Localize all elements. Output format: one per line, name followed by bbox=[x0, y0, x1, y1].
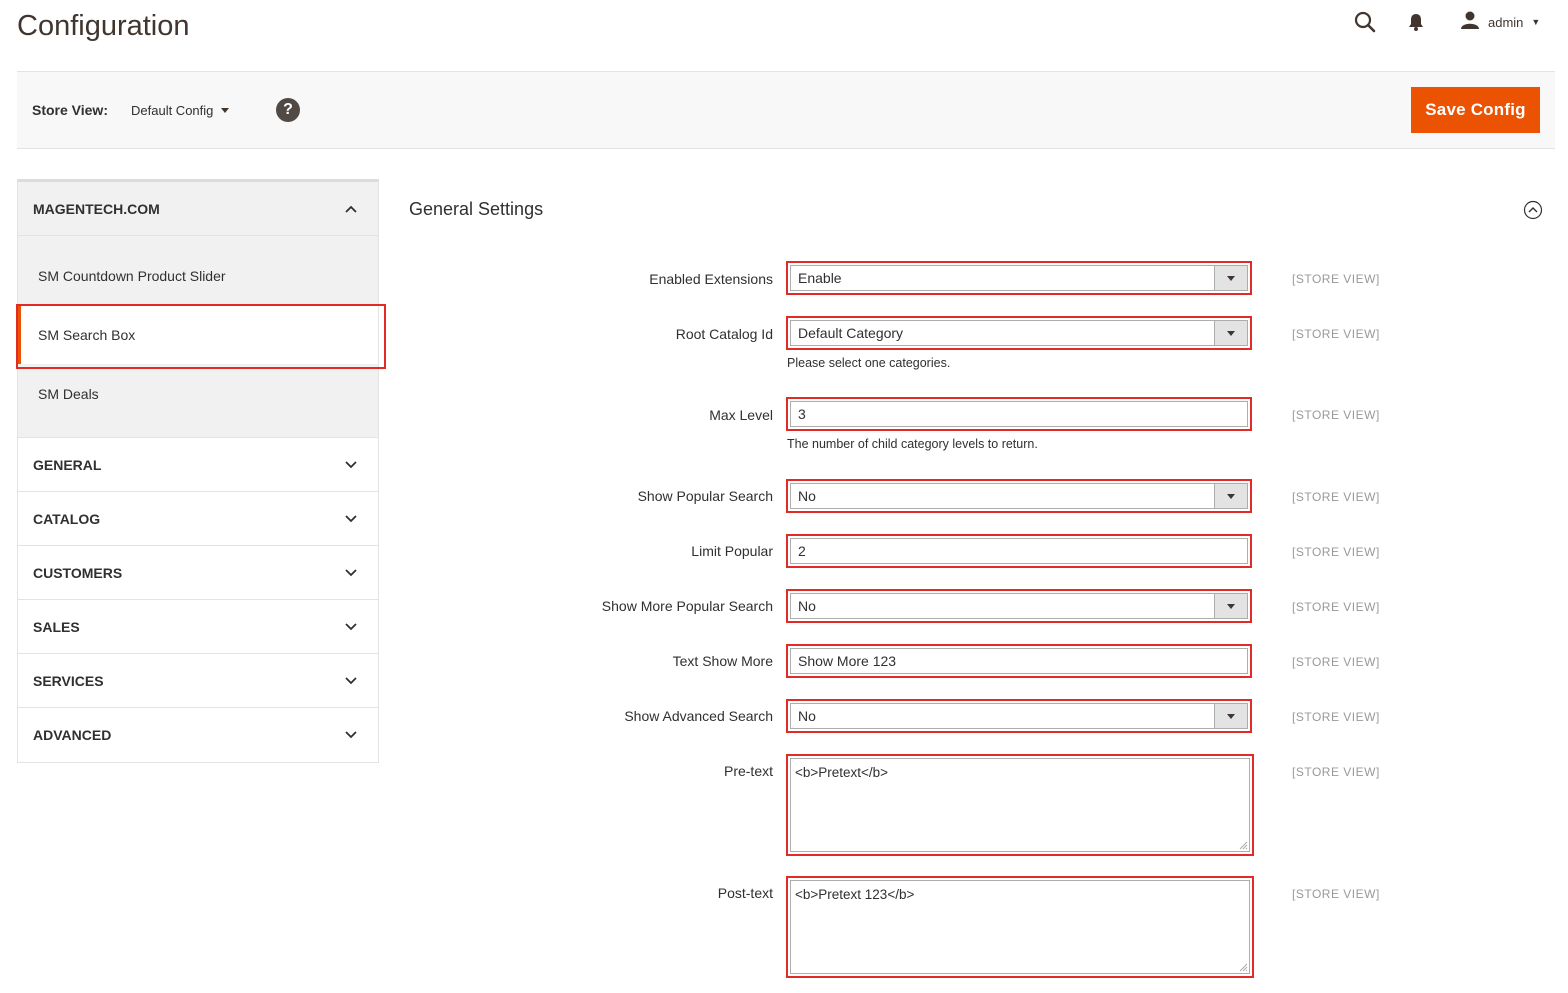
show-advanced-search-select[interactable]: No bbox=[786, 699, 1252, 733]
post-text-label: Post-text bbox=[717, 885, 773, 901]
caret-down-icon bbox=[1227, 493, 1235, 499]
chevron-down-icon bbox=[345, 514, 357, 522]
text-show-more-input[interactable]: Show More 123 bbox=[786, 644, 1252, 678]
field-note: Please select one categories. bbox=[787, 356, 951, 370]
post-text-textarea[interactable]: <b>Pretext 123</b> bbox=[786, 876, 1254, 978]
sidebar-item-deals[interactable]: SM Deals bbox=[18, 364, 378, 423]
sidebar-section-label: CUSTOMERS bbox=[33, 564, 123, 581]
select-value: No bbox=[790, 483, 1248, 509]
user-menu[interactable]: admin ▼ bbox=[1460, 8, 1540, 36]
sidebar-section-label: SERVICES bbox=[33, 672, 104, 689]
select-toggle[interactable] bbox=[1214, 265, 1248, 291]
root-catalog-id-label: Root Catalog Id bbox=[675, 326, 773, 342]
max-level-label: Max Level bbox=[709, 407, 773, 423]
limit-popular-label: Limit Popular bbox=[691, 543, 773, 559]
store-view-label: Store View: bbox=[32, 102, 108, 118]
input-value: Show More 123 bbox=[790, 648, 1248, 674]
chevron-down-icon bbox=[345, 568, 357, 576]
bell-icon[interactable] bbox=[1402, 8, 1430, 36]
select-value: No bbox=[790, 593, 1248, 619]
select-toggle[interactable] bbox=[1214, 320, 1248, 346]
field-note: The number of child category levels to r… bbox=[787, 437, 1038, 451]
sidebar-section-customers[interactable]: CUSTOMERS bbox=[18, 546, 378, 600]
sidebar-item-countdown-slider[interactable]: SM Countdown Product Slider bbox=[18, 246, 378, 305]
pre-text-textarea[interactable]: <b>Pretext</b> bbox=[786, 754, 1254, 856]
chevron-down-icon bbox=[345, 622, 357, 630]
collapse-icon[interactable] bbox=[1523, 200, 1543, 220]
caret-down-icon bbox=[221, 108, 230, 113]
help-icon[interactable]: ? bbox=[276, 98, 300, 122]
sidebar-section-catalog[interactable]: CATALOG bbox=[18, 492, 378, 546]
select-toggle[interactable] bbox=[1214, 483, 1248, 509]
limit-popular-input[interactable]: 2 bbox=[786, 534, 1252, 568]
scope-label: [STORE VIEW] bbox=[1292, 545, 1380, 559]
store-view-value: Default Config bbox=[131, 103, 214, 118]
text-show-more-label: Text Show More bbox=[672, 653, 773, 669]
scope-label: [STORE VIEW] bbox=[1292, 710, 1380, 724]
sidebar-section-sales[interactable]: SALES bbox=[18, 600, 378, 654]
scope-label: [STORE VIEW] bbox=[1292, 490, 1380, 504]
sidebar-section-label: CATALOG bbox=[33, 510, 101, 527]
page-title: Configuration bbox=[17, 10, 190, 42]
chevron-down-icon: ▼ bbox=[1531, 17, 1541, 27]
caret-down-icon bbox=[1227, 603, 1235, 609]
select-toggle[interactable] bbox=[1214, 593, 1248, 619]
input-value: 3 bbox=[790, 401, 1248, 427]
show-popular-search-label: Show Popular Search bbox=[637, 488, 773, 504]
show-more-popular-search-select[interactable]: No bbox=[786, 589, 1252, 623]
chevron-down-icon bbox=[345, 460, 357, 468]
config-sidebar: MAGENTECH.COM SM Countdown Product Slide… bbox=[16, 179, 386, 763]
section-title: General Settings bbox=[409, 199, 544, 219]
sidebar-section-label: MAGENTECH.COM bbox=[33, 200, 160, 217]
scope-label: [STORE VIEW] bbox=[1292, 765, 1380, 779]
input-value: 2 bbox=[790, 538, 1248, 564]
scope-label: [STORE VIEW] bbox=[1292, 272, 1380, 286]
caret-down-icon bbox=[1227, 713, 1235, 719]
sidebar-section-label: SALES bbox=[33, 618, 80, 635]
select-value: Default Category bbox=[790, 320, 1248, 346]
sidebar-section-magentech[interactable]: MAGENTECH.COM bbox=[18, 182, 378, 236]
show-more-popular-search-label: Show More Popular Search bbox=[601, 598, 773, 614]
sidebar-item-search-box[interactable]: SM Search Box bbox=[16, 304, 386, 369]
enabled-extensions-select[interactable]: Enable bbox=[786, 261, 1252, 295]
select-value: No bbox=[790, 703, 1248, 729]
sidebar-item-label: SM Countdown Product Slider bbox=[38, 267, 226, 284]
enabled-extensions-label: Enabled Extensions bbox=[649, 271, 773, 287]
caret-down-icon bbox=[1227, 275, 1235, 281]
textarea-value: <b>Pretext 123</b> bbox=[790, 880, 1250, 974]
show-advanced-search-label: Show Advanced Search bbox=[624, 708, 773, 724]
textarea-value: <b>Pretext</b> bbox=[790, 758, 1250, 852]
save-config-button[interactable]: Save Config bbox=[1411, 87, 1540, 133]
scope-label: [STORE VIEW] bbox=[1292, 887, 1380, 901]
caret-down-icon bbox=[1227, 330, 1235, 336]
search-icon[interactable] bbox=[1351, 8, 1379, 36]
max-level-input[interactable]: 3 bbox=[786, 397, 1252, 431]
resize-handle-icon[interactable] bbox=[1238, 962, 1248, 972]
scope-label: [STORE VIEW] bbox=[1292, 655, 1380, 669]
sidebar-section-services[interactable]: SERVICES bbox=[18, 654, 378, 708]
sidebar-section-label: GENERAL bbox=[33, 456, 102, 473]
sidebar-item-label: SM Deals bbox=[38, 385, 99, 402]
show-popular-search-select[interactable]: No bbox=[786, 479, 1252, 513]
chevron-down-icon bbox=[345, 731, 357, 739]
page-actions-toolbar: Store View: Default Config ? Save Config bbox=[17, 71, 1555, 149]
root-catalog-id-select[interactable]: Default Category bbox=[786, 316, 1252, 350]
store-view-switcher[interactable]: Default Config bbox=[131, 103, 230, 118]
sidebar-section-general[interactable]: GENERAL bbox=[18, 438, 378, 492]
chevron-up-icon bbox=[345, 205, 357, 213]
pre-text-label: Pre-text bbox=[723, 763, 773, 779]
select-value: Enable bbox=[790, 265, 1248, 291]
sidebar-section-advanced[interactable]: ADVANCED bbox=[18, 708, 378, 762]
chevron-down-icon bbox=[345, 676, 357, 684]
sidebar-items: SM Countdown Product Slider SM Search Bo… bbox=[16, 236, 386, 438]
sidebar-item-label: SM Search Box bbox=[38, 326, 136, 343]
user-name: admin bbox=[1488, 14, 1524, 30]
scope-label: [STORE VIEW] bbox=[1292, 327, 1380, 341]
select-toggle[interactable] bbox=[1214, 703, 1248, 729]
sidebar-section-label: ADVANCED bbox=[33, 727, 112, 743]
user-icon bbox=[1460, 11, 1480, 34]
scope-label: [STORE VIEW] bbox=[1292, 408, 1380, 422]
scope-label: [STORE VIEW] bbox=[1292, 600, 1380, 614]
resize-handle-icon[interactable] bbox=[1238, 840, 1248, 850]
